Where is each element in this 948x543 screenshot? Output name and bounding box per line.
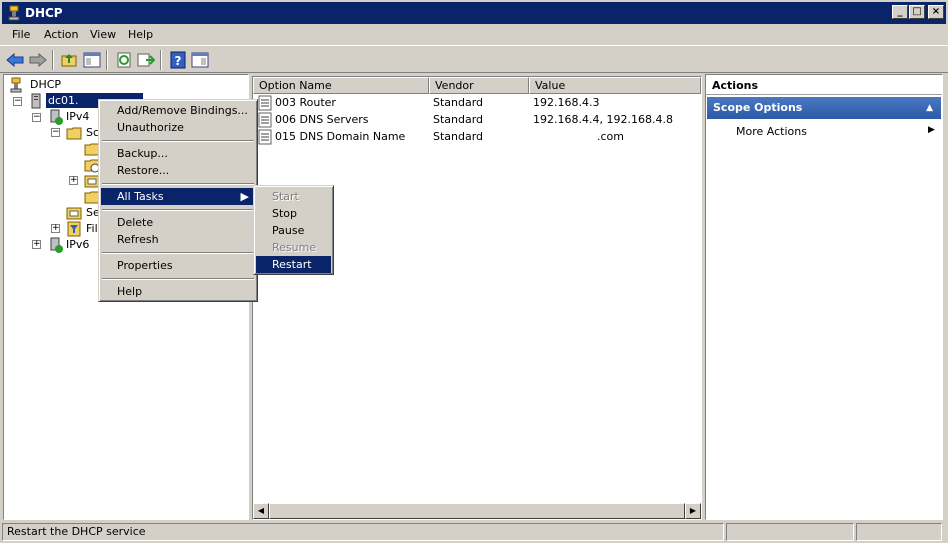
menu-item-restore[interactable]: Restore... (101, 162, 255, 179)
menu-item-all-tasks[interactable]: All Tasks ▶ (101, 188, 255, 205)
scroll-right-button[interactable]: ▶ (685, 503, 701, 519)
table-row[interactable]: 006 DNS Servers Standard 192.168.4.4, 19… (253, 111, 701, 128)
toolbar-separator (52, 50, 54, 70)
cell-option-name: 006 DNS Servers (275, 113, 369, 126)
toolbar: ? (0, 45, 948, 73)
svg-text:?: ? (175, 54, 182, 68)
column-header-option-name[interactable]: Option Name (253, 77, 429, 94)
cell-value: .com (597, 130, 624, 143)
menu-item-restart[interactable]: Restart (256, 256, 331, 273)
forward-arrow-icon[interactable] (28, 50, 48, 70)
menu-separator (102, 209, 254, 211)
window-title: DHCP (25, 6, 63, 20)
back-arrow-icon[interactable] (5, 50, 25, 70)
menu-separator (102, 278, 254, 280)
menu-item-delete[interactable]: Delete (101, 214, 255, 231)
submenu-arrow-icon: ▶ (240, 190, 249, 203)
scroll-thumb[interactable] (269, 503, 685, 519)
table-row[interactable]: 015 DNS Domain Name Standard .com (253, 128, 701, 145)
collapse-icon[interactable]: − (13, 97, 22, 106)
cell-option-name: 003 Router (275, 96, 336, 109)
status-panel (726, 523, 854, 541)
collapse-icon[interactable]: − (32, 113, 41, 122)
horizontal-scrollbar[interactable]: ◀ ▶ (253, 503, 701, 519)
menu-view[interactable]: View (90, 28, 116, 41)
menu-help[interactable]: Help (128, 28, 153, 41)
menu-action[interactable]: Action (44, 28, 78, 41)
menu-bar: File Action View Help (0, 24, 948, 45)
actions-section-scope-options[interactable]: Scope Options ▲ (707, 97, 941, 119)
scroll-left-button[interactable]: ◀ (253, 503, 269, 519)
menu-item-pause[interactable]: Pause (256, 222, 331, 239)
option-icon (258, 95, 272, 111)
submenu-arrow-icon: ▶ (928, 125, 935, 135)
toolbar-separator (106, 50, 108, 70)
menu-separator (102, 183, 254, 185)
cell-value: 192.168.4.4, 192.168.4.8 (533, 113, 673, 126)
help-icon[interactable]: ? (168, 50, 188, 70)
menu-item-refresh[interactable]: Refresh (101, 231, 255, 248)
status-bar: Restart the DHCP service (0, 522, 948, 543)
show-hide-tree-icon[interactable] (82, 50, 102, 70)
expand-icon[interactable]: + (32, 240, 41, 249)
menu-item-backup[interactable]: Backup... (101, 145, 255, 162)
table-row[interactable]: 003 Router Standard 192.168.4.3 (253, 94, 701, 111)
ipv6-icon (50, 237, 63, 253)
cell-value: 192.168.4.3 (533, 96, 600, 109)
cell-vendor: Standard (433, 96, 484, 109)
filter-icon (67, 221, 81, 237)
option-icon (258, 112, 272, 128)
expand-icon[interactable]: + (69, 176, 78, 185)
menu-separator (102, 140, 254, 142)
dhcp-icon (10, 77, 22, 93)
column-header-value[interactable]: Value (529, 77, 701, 94)
show-hide-action-pane-icon[interactable] (190, 50, 210, 70)
actions-header: Actions (706, 77, 942, 95)
cell-option-name: 015 DNS Domain Name (275, 130, 406, 143)
menu-item-add-remove-bindings[interactable]: Add/Remove Bindings... (101, 102, 255, 119)
minimize-button[interactable]: _ (892, 5, 908, 19)
more-actions-label: More Actions (736, 125, 807, 138)
title-bar: DHCP _ □ × (0, 0, 948, 24)
tree-label: IPv6 (66, 238, 90, 251)
folder-icon (66, 127, 82, 140)
tree-label: IPv4 (66, 110, 90, 123)
collapse-icon[interactable]: − (51, 128, 60, 137)
tree-label: DHCP (30, 78, 62, 91)
menu-file[interactable]: File (12, 28, 30, 41)
status-text: Restart the DHCP service (2, 523, 724, 541)
refresh-icon[interactable] (114, 50, 134, 70)
section-label: Scope Options (713, 101, 803, 114)
results-list: Option Name Vendor Value 003 Router Stan… (252, 76, 702, 520)
actions-pane: Actions Scope Options ▲ More Actions ▶ (705, 74, 943, 520)
server-icon (31, 93, 41, 109)
menu-item-help[interactable]: Help (101, 283, 255, 300)
menu-item-stop[interactable]: Stop (256, 205, 331, 222)
status-panel (856, 523, 942, 541)
collapse-arrow-icon[interactable]: ▲ (926, 97, 933, 119)
server-options-icon (66, 207, 82, 220)
option-icon (258, 129, 272, 145)
close-button[interactable]: × (928, 5, 944, 19)
expand-icon[interactable]: + (51, 224, 60, 233)
menu-separator (102, 252, 254, 254)
dhcp-app-icon (8, 5, 20, 21)
context-menu: Add/Remove Bindings... Unauthorize Backu… (98, 99, 258, 302)
menu-item-unauthorize[interactable]: Unauthorize (101, 119, 255, 136)
cell-vendor: Standard (433, 130, 484, 143)
menu-item-properties[interactable]: Properties (101, 257, 255, 274)
menu-item-start[interactable]: Start (256, 188, 331, 205)
export-list-icon[interactable] (136, 50, 156, 70)
up-folder-icon[interactable] (59, 50, 79, 70)
maximize-button[interactable]: □ (909, 5, 925, 19)
all-tasks-submenu: Start Stop Pause Resume Restart (253, 185, 334, 275)
menu-item-label: All Tasks (117, 190, 164, 203)
ipv4-icon (50, 109, 63, 125)
column-header-vendor[interactable]: Vendor (429, 77, 529, 94)
cell-vendor: Standard (433, 113, 484, 126)
toolbar-separator (160, 50, 162, 70)
more-actions-link[interactable]: More Actions (736, 125, 807, 138)
menu-item-resume[interactable]: Resume (256, 239, 331, 256)
